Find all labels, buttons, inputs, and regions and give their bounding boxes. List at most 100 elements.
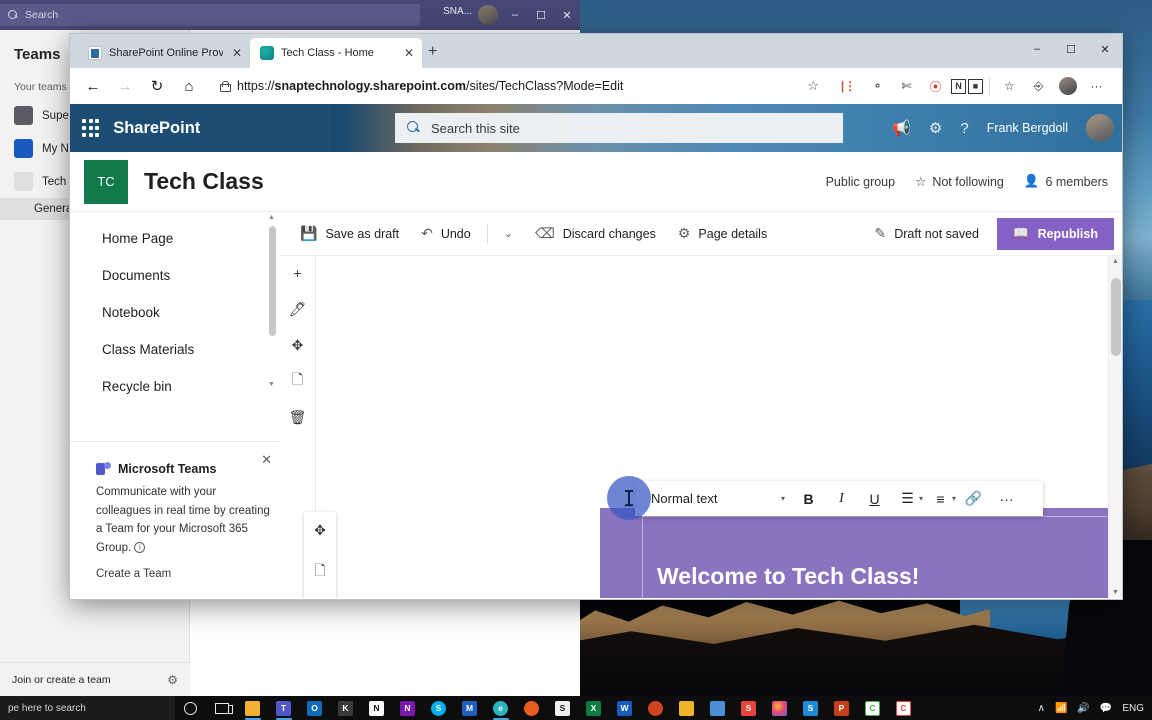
teams-search-input[interactable]: Search [0,4,420,26]
taskbar-app-camtasia[interactable]: C [857,696,888,720]
browser-tab-sharepoint-provisioning[interactable]: SharePoint Online Provisioning : ✕ [78,38,250,68]
cortana-icon[interactable] [175,696,206,720]
hero-text-region[interactable]: Welcome to Tech Class! This is [642,516,1122,598]
favorites-icon[interactable]: ☆ [996,73,1023,100]
language-indicator[interactable]: ENG [1122,703,1144,714]
italic-button[interactable]: I [826,485,857,513]
taskbar-app-movies[interactable]: M [454,696,485,720]
taskbar-app-snagit-s[interactable]: S [795,696,826,720]
forward-icon[interactable]: → [110,71,140,101]
scissors-icon[interactable]: ✄ [893,73,920,100]
taskbar-app-chart[interactable] [671,696,702,720]
follow-button[interactable]: ☆ Not following [915,174,1004,190]
taskbar-app-azure-data[interactable] [702,696,733,720]
maximize-button[interactable]: ☐ [1054,34,1088,64]
discard-changes-button[interactable]: ⌫ Discard changes [525,218,666,250]
taskbar-app-powerpoint-orb[interactable] [640,696,671,720]
browser-tab-tech-class[interactable]: Tech Class - Home ✕ [250,38,422,68]
list-chevron-icon[interactable]: ▾ [952,494,956,503]
undo-more-button[interactable]: ⌄ [494,218,523,250]
taskbar-app-kap[interactable]: K [330,696,361,720]
taskbar-app-firefox[interactable] [516,696,547,720]
tray-chevron-icon[interactable]: ∧ [1038,703,1045,714]
duplicate-icon[interactable]: 🗋 [287,370,309,392]
action-center-icon[interactable]: 💬 [1100,703,1112,714]
profile-avatar[interactable] [1054,73,1081,100]
info-icon[interactable]: i [134,541,146,553]
scroll-down-icon[interactable]: ▼ [268,381,275,388]
back-icon[interactable]: ← [78,71,108,101]
gear-icon[interactable]: ⚙ [929,119,942,137]
members-button[interactable]: 👤 6 members [1024,174,1108,189]
scroll-up-icon[interactable]: ▲ [1112,258,1119,265]
address-bar[interactable]: https://snaptechnology.sharepoint.com/si… [212,73,827,99]
page-details-button[interactable]: ⚙ Page details [668,218,777,250]
sidebar-item-recycle-bin[interactable]: Recycle bin [70,368,280,405]
taskbar-app-microsoft-edge[interactable]: e [485,696,516,720]
teams-maximize-button[interactable]: ☐ [528,0,554,30]
trash-icon[interactable]: 🗑 [287,406,309,428]
close-button[interactable]: ✕ [1088,34,1122,64]
sidebar-item-class-materials[interactable]: Class Materials [70,331,280,368]
hero-heading[interactable]: Welcome to Tech Class! [657,563,919,590]
notion-icon[interactable]: N [951,78,966,94]
create-a-team-link[interactable]: Create a Team [96,568,270,580]
bookmark-star-icon[interactable]: ☆ [807,78,819,94]
sidebar-item-documents[interactable]: Documents [70,257,280,294]
taskbar-app-onenote[interactable]: N [392,696,423,720]
align-chevron-icon[interactable]: ▾ [919,494,923,503]
taskbar-app-excel[interactable]: X [578,696,609,720]
add-section-icon[interactable]: + [287,262,309,284]
scrollbar-thumb[interactable] [1111,278,1121,356]
taskbar-app-snagit-editor[interactable]: S [733,696,764,720]
scroll-down-icon[interactable]: ▼ [1112,589,1119,596]
sidebar-item-home-page[interactable]: Home Page [70,220,280,257]
taskbar-app-powerpoint[interactable]: P [826,696,857,720]
help-icon[interactable]: ? [960,120,968,137]
teams-org-label[interactable]: SNA... [443,6,472,17]
teams-minimize-button[interactable]: – [502,0,528,30]
site-search-input[interactable]: Search this site [395,113,843,143]
network-icon[interactable]: 📶 [1055,703,1067,714]
taskbar-app-photos[interactable] [764,696,795,720]
avatar[interactable] [1086,114,1114,142]
taskbar-app-microsoft-teams[interactable]: T [268,696,299,720]
page-scrollbar[interactable]: ▲ ▼ [1108,256,1122,598]
text-style-dropdown[interactable]: Normal text ▾ [641,491,791,506]
move-icon[interactable]: ✥ [309,520,331,541]
megaphone-icon[interactable]: 📢 [892,119,911,137]
close-tab-icon[interactable]: ✕ [230,46,244,60]
task-view-icon[interactable] [206,696,237,720]
teams-close-button[interactable]: ✕ [554,0,580,30]
taskbar-app-outlook[interactable]: O [299,696,330,720]
hero-web-part[interactable]: Welcome to Tech Class! This is [600,508,1122,598]
sharepoint-brand[interactable]: SharePoint [113,119,200,138]
app-launcher-icon[interactable] [82,119,100,137]
teams-avatar[interactable] [478,5,498,25]
link-icon[interactable]: 🔗 [958,485,989,513]
new-tab-button[interactable]: + [428,43,437,61]
bold-button[interactable]: B [793,485,824,513]
refresh-icon[interactable]: ↻ [142,71,172,101]
nav-scrollbar[interactable]: ▲ ▼ [268,214,276,396]
join-create-team-button[interactable]: Join or create a team [12,674,111,686]
duplicate-icon[interactable]: 🗋 [309,561,331,583]
taskbar-app-snagit[interactable]: S [547,696,578,720]
scrollbar-thumb[interactable] [269,226,276,336]
gear-icon[interactable]: ⚙ [167,673,178,687]
minimize-button[interactable]: – [1020,34,1054,64]
home-icon[interactable]: ⌂ [174,71,204,101]
republish-button[interactable]: 📖 Republish [997,217,1114,250]
taskbar-app-camtasia-red[interactable]: C [888,696,919,720]
scroll-up-icon[interactable]: ▲ [268,214,275,221]
collections-icon[interactable]: ⎆ [1025,73,1052,100]
user-name[interactable]: Frank Bergdoll [987,121,1068,135]
sidebar-item-notebook[interactable]: Notebook [70,294,280,331]
close-icon[interactable]: ✕ [261,452,272,468]
taskbar-app-file-explorer[interactable] [237,696,268,720]
taskbar-app-skype[interactable]: S [423,696,454,720]
edit-section-icon[interactable]: 🖊 [287,298,309,320]
undo-button[interactable]: ↶ Undo [411,218,481,250]
sticky-note-icon[interactable]: ■ [968,78,983,94]
clip-icon[interactable]: ⦿ [922,73,949,100]
